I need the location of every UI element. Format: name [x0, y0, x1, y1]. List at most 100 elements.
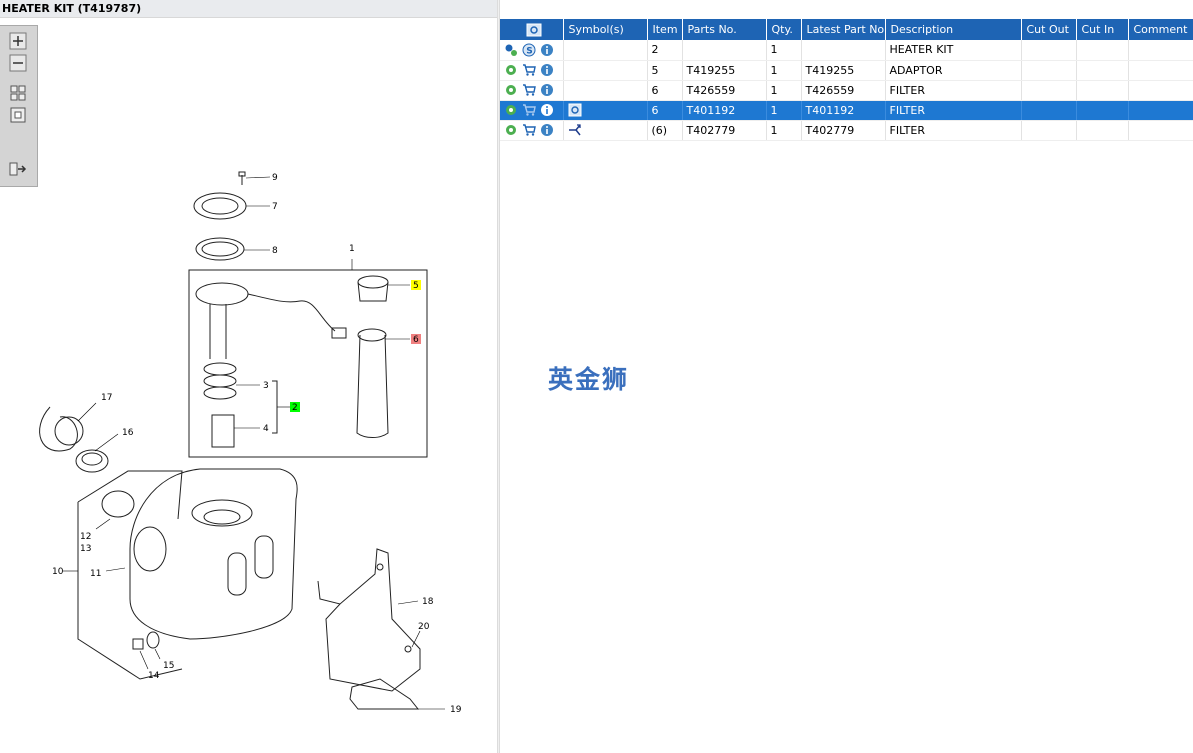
- callout-20[interactable]: 20: [418, 622, 430, 632]
- callout-8[interactable]: 8: [272, 246, 278, 256]
- col-header-cut-in[interactable]: Cut In: [1076, 19, 1129, 40]
- cell-comment: [1128, 120, 1193, 141]
- callout-19[interactable]: 19: [450, 705, 462, 715]
- callout-11[interactable]: 11: [90, 569, 101, 579]
- col-header-cut-out[interactable]: Cut Out: [1021, 19, 1077, 40]
- callout-14[interactable]: 14: [148, 671, 160, 681]
- cell-cut-in: [1076, 100, 1129, 121]
- cell-latest-part-no: T419255: [801, 60, 886, 81]
- callout-2[interactable]: 2: [292, 403, 298, 413]
- callout-4[interactable]: 4: [263, 424, 269, 434]
- cell-description: ADAPTOR: [885, 60, 1022, 81]
- callout-17[interactable]: 17: [101, 393, 112, 403]
- info-icon[interactable]: [540, 63, 554, 77]
- table-body: S 2 1 HEATER KIT 5 T419255 1 T419255 ADA…: [500, 40, 1193, 141]
- cell-cut-out: [1021, 40, 1077, 61]
- fit-all-icon[interactable]: [9, 84, 27, 102]
- cart-icon[interactable]: [522, 63, 536, 77]
- cell-cut-out: [1021, 60, 1077, 81]
- table-row-selected[interactable]: 6 T401192 1 T401192 FILTER: [500, 100, 1193, 121]
- cell-latest-part-no: T426559: [801, 80, 886, 101]
- cell-latest-part-no: [801, 40, 886, 61]
- cell-cut-in: [1076, 120, 1129, 141]
- info-icon[interactable]: [540, 103, 554, 117]
- cell-description: HEATER KIT: [885, 40, 1022, 61]
- col-header-latest-part-no[interactable]: Latest Part No.: [801, 19, 886, 40]
- table-row[interactable]: S 2 1 HEATER KIT: [500, 40, 1193, 61]
- cart-icon[interactable]: [522, 83, 536, 97]
- table-header: Symbol(s) Item Parts No. Qty. Latest Par…: [500, 19, 1193, 40]
- cell-symbol: [563, 60, 648, 81]
- col-header-view[interactable]: [500, 19, 564, 40]
- callout-6[interactable]: 6: [413, 335, 419, 345]
- callout-16[interactable]: 16: [122, 428, 134, 438]
- window-title: HEATER KIT (T419787): [0, 0, 497, 18]
- callout-1[interactable]: 1: [349, 244, 355, 254]
- zoom-in-icon[interactable]: [9, 32, 27, 50]
- callout-12[interactable]: 12: [80, 532, 91, 542]
- branch-icon[interactable]: [568, 123, 582, 137]
- cell-cut-in: [1076, 80, 1129, 101]
- cell-description: FILTER: [885, 120, 1022, 141]
- table-row[interactable]: 5 T419255 1 T419255 ADAPTOR: [500, 60, 1193, 81]
- gear-icon[interactable]: [504, 63, 518, 77]
- cell-part-no: T419255: [682, 60, 767, 81]
- parts-diagram[interactable]: 9 7 8 1 5 6 3 2 4 17 16 12 13 10 11 18 2…: [0, 19, 497, 753]
- zoom-out-icon[interactable]: [9, 54, 27, 72]
- cell-latest-part-no: T402779: [801, 120, 886, 141]
- cell-part-no: T401192: [682, 100, 767, 121]
- cart-icon[interactable]: [522, 103, 536, 117]
- row-actions: [500, 80, 564, 101]
- info-icon[interactable]: [540, 43, 554, 57]
- callout-3[interactable]: 3: [263, 381, 269, 391]
- cell-part-no: T402779: [682, 120, 767, 141]
- show-list-icon[interactable]: [9, 160, 27, 178]
- cell-cut-in: [1076, 60, 1129, 81]
- table-row[interactable]: 6 T426559 1 T426559 FILTER: [500, 80, 1193, 101]
- cell-qty: 1: [766, 80, 802, 101]
- fit-window-icon[interactable]: [9, 106, 27, 124]
- callout-9[interactable]: 9: [272, 173, 278, 183]
- svg-text:S: S: [526, 46, 532, 56]
- callout-10[interactable]: 10: [52, 567, 64, 577]
- cell-description: FILTER: [885, 80, 1022, 101]
- callout-7[interactable]: 7: [272, 202, 278, 212]
- callout-15[interactable]: 15: [163, 661, 174, 671]
- col-header-qty[interactable]: Qty.: [766, 19, 802, 40]
- cell-item: 6: [647, 80, 683, 101]
- cell-description: FILTER: [885, 100, 1022, 121]
- col-header-parts-no[interactable]: Parts No.: [682, 19, 767, 40]
- info-icon[interactable]: [540, 123, 554, 137]
- cell-symbol: [563, 40, 648, 61]
- callout-18[interactable]: 18: [422, 597, 434, 607]
- col-header-item[interactable]: Item: [647, 19, 683, 40]
- cell-item: 2: [647, 40, 683, 61]
- parts-table: Symbol(s) Item Parts No. Qty. Latest Par…: [500, 19, 1193, 141]
- cell-qty: 1: [766, 40, 802, 61]
- table-row[interactable]: (6) T402779 1 T402779 FILTER: [500, 120, 1193, 141]
- info-icon[interactable]: [540, 83, 554, 97]
- view-icon[interactable]: [568, 103, 582, 117]
- row-actions: [500, 120, 564, 141]
- cell-comment: [1128, 40, 1193, 61]
- diagram-pane[interactable]: 9 7 8 1 5 6 3 2 4 17 16 12 13 10 11 18 2…: [0, 19, 497, 753]
- cell-item: 5: [647, 60, 683, 81]
- col-header-comment[interactable]: Comment: [1128, 19, 1193, 40]
- cell-item: 6: [647, 100, 683, 121]
- cell-qty: 1: [766, 60, 802, 81]
- callout-5[interactable]: 5: [413, 281, 419, 291]
- s-badge-icon[interactable]: S: [522, 43, 536, 57]
- col-header-symbols[interactable]: Symbol(s): [563, 19, 648, 40]
- cart-icon[interactable]: [522, 123, 536, 137]
- col-header-description[interactable]: Description: [885, 19, 1022, 40]
- cell-comment: [1128, 80, 1193, 101]
- gear-icon[interactable]: [504, 123, 518, 137]
- gear-icon[interactable]: [504, 83, 518, 97]
- view-icon[interactable]: [526, 23, 542, 37]
- gears-icon[interactable]: [504, 43, 518, 57]
- cell-latest-part-no: T401192: [801, 100, 886, 121]
- cell-part-no: [682, 40, 767, 61]
- gear-icon[interactable]: [504, 103, 518, 117]
- callout-13[interactable]: 13: [80, 544, 91, 554]
- cell-comment: [1128, 60, 1193, 81]
